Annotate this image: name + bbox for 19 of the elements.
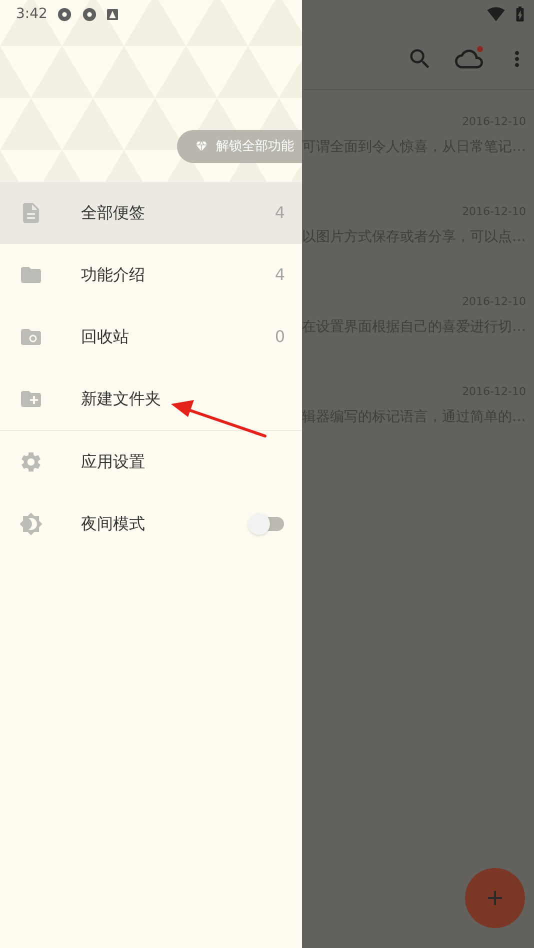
item-label: 全部便签 bbox=[81, 202, 145, 224]
item-count: 0 bbox=[274, 326, 285, 348]
diamond-icon bbox=[195, 140, 208, 153]
item-label: 新建文件夹 bbox=[81, 388, 161, 410]
item-label: 夜间模式 bbox=[81, 513, 145, 535]
settings-icon bbox=[19, 450, 43, 474]
drawer-item[interactable]: 全部便签 4 bbox=[0, 182, 302, 244]
status-time: 3:42 bbox=[16, 4, 48, 24]
keyboard-icon bbox=[107, 8, 118, 20]
item-label: 应用设置 bbox=[81, 451, 145, 473]
item-label: 回收站 bbox=[81, 326, 129, 348]
drawer-item[interactable]: 应用设置 bbox=[0, 431, 302, 493]
item-count: 4 bbox=[274, 264, 285, 286]
item-label: 功能介绍 bbox=[81, 264, 145, 286]
drawer-item[interactable]: 夜间模式 bbox=[0, 493, 302, 555]
brightness-icon bbox=[19, 512, 43, 536]
wifi-icon bbox=[487, 5, 505, 23]
toggle-switch[interactable] bbox=[248, 513, 286, 535]
item-count: 4 bbox=[274, 202, 285, 224]
